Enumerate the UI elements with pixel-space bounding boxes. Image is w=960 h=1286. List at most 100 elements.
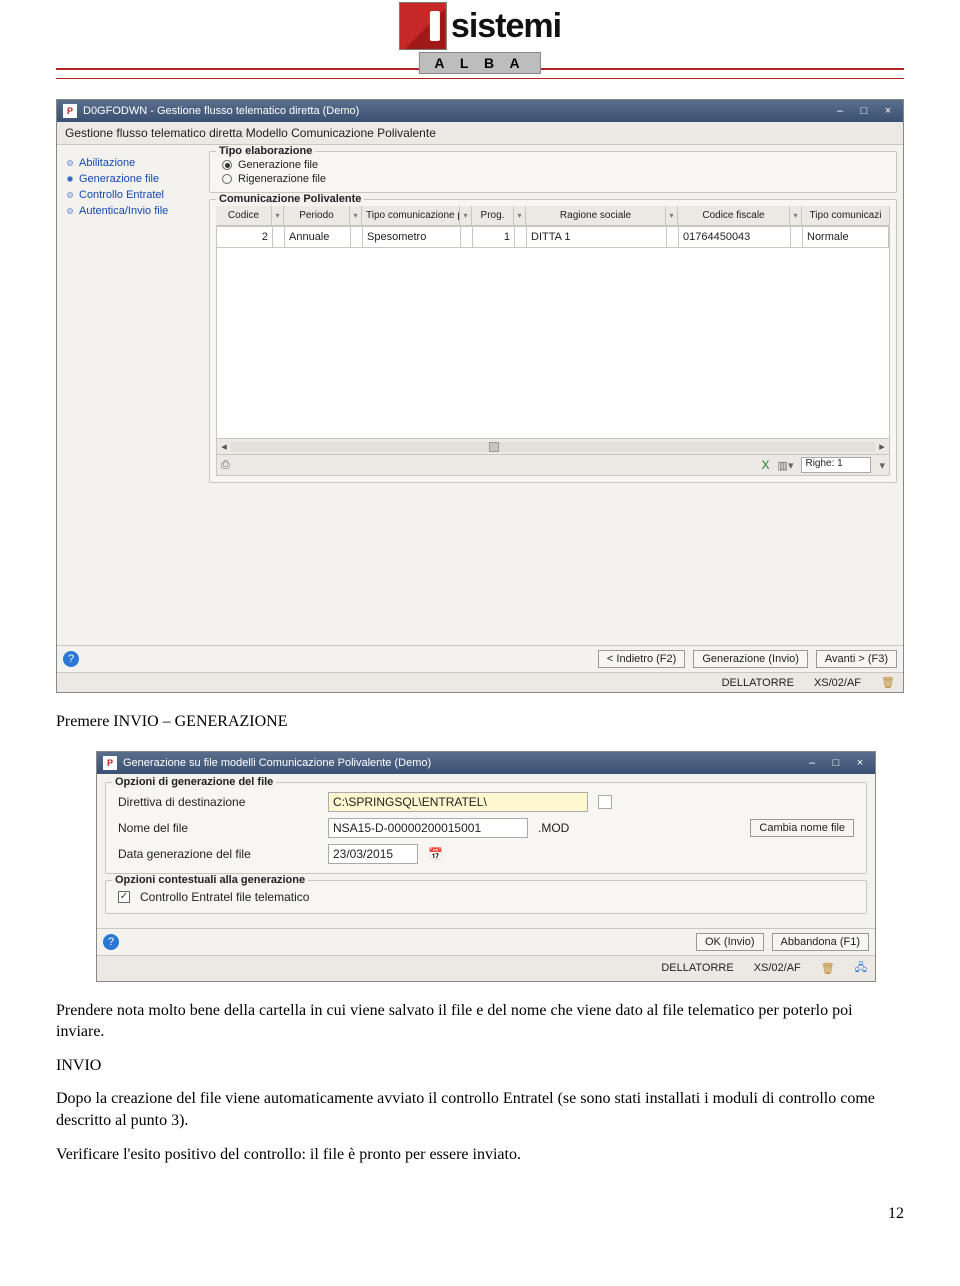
- label-nomefile: Nome del file: [118, 821, 318, 835]
- sort-icon[interactable]: ▾: [666, 206, 678, 225]
- label-direttiva: Direttiva di destinazione: [118, 795, 318, 809]
- excel-icon[interactable]: X: [762, 458, 770, 472]
- checkbox-controllo[interactable]: ✓: [118, 891, 130, 903]
- trash-icon[interactable]: 🗑: [881, 676, 895, 689]
- window-title: D0GFODWN - Gestione flusso telematico di…: [83, 105, 359, 117]
- dropdown-icon[interactable]: ▾: [879, 459, 885, 472]
- rename-button[interactable]: Cambia nome file: [750, 819, 854, 837]
- minimize-icon[interactable]: –: [803, 756, 821, 770]
- generate-button[interactable]: Generazione (Invio): [693, 650, 808, 668]
- nav-autentica[interactable]: Autentica/Invio file: [67, 203, 199, 219]
- minimize-icon[interactable]: –: [831, 104, 849, 118]
- col-tipo-com[interactable]: Tipo comunicazione periodica: [362, 206, 460, 225]
- nav-label: Abilitazione: [79, 157, 135, 169]
- window-gestione: P D0GFODWN - Gestione flusso telematico …: [56, 99, 904, 693]
- back-button[interactable]: < Indietro (F2): [598, 650, 685, 668]
- help-icon[interactable]: ?: [103, 934, 119, 950]
- close-icon[interactable]: ×: [851, 756, 869, 770]
- sort-icon[interactable]: ▾: [460, 206, 472, 225]
- col-codice[interactable]: Codice: [216, 206, 272, 225]
- browse-icon[interactable]: [598, 795, 612, 809]
- fieldset-legend: Comunicazione Polivalente: [216, 193, 364, 205]
- rows-count: Righe: 1: [801, 457, 871, 473]
- logo-sub: A L B A: [419, 52, 540, 74]
- status-code: XS/02/AF: [814, 677, 861, 689]
- window-subtitle: Gestione flusso telematico diretta Model…: [57, 122, 903, 145]
- doc-text: Prendere nota molto bene della cartella …: [56, 1000, 904, 1043]
- doc-text: Premere INVIO – GENERAZIONE: [56, 711, 904, 733]
- page-header: sistemi A L B A: [56, 0, 904, 70]
- radio-generazione[interactable]: Generazione file: [216, 158, 890, 172]
- col-tipo-com2[interactable]: Tipo comunicazi: [802, 206, 890, 225]
- logo-icon: [399, 2, 447, 50]
- col-cf[interactable]: Codice fiscale: [678, 206, 790, 225]
- sort-icon[interactable]: ▾: [790, 206, 802, 225]
- grid-body[interactable]: 2 Annuale Spesometro 1 DITTA 1 017644500…: [216, 226, 890, 439]
- status-bar: DELLATORRE XS/02/AF 🗑 🖧: [97, 955, 875, 981]
- sort-icon[interactable]: ▾: [514, 206, 526, 225]
- window-footer: ? < Indietro (F2) Generazione (Invio) Av…: [57, 645, 903, 672]
- cell: Annuale: [285, 227, 351, 247]
- checkbox-label: Controllo Entratel file telematico: [140, 890, 309, 904]
- table-row[interactable]: 2 Annuale Spesometro 1 DITTA 1 017644500…: [217, 227, 889, 248]
- fieldset-tipo-elaborazione: Tipo elaborazione Generazione file Rigen…: [209, 151, 897, 193]
- close-icon[interactable]: ×: [879, 104, 897, 118]
- doc-text: Verificare l'esito positivo del controll…: [56, 1144, 904, 1166]
- cancel-button[interactable]: Abbandona (F1): [772, 933, 870, 951]
- header-rule: [56, 78, 904, 79]
- next-button[interactable]: Avanti > (F3): [816, 650, 897, 668]
- fieldset-comunicazione-polivalente: Comunicazione Polivalente Codice▾ Period…: [209, 199, 897, 483]
- col-prog[interactable]: Prog.: [472, 206, 514, 225]
- fieldset-opzioni-contestuali: Opzioni contestuali alla generazione ✓ C…: [105, 880, 867, 914]
- cell: DITTA 1: [527, 227, 667, 247]
- fieldset-legend: Tipo elaborazione: [216, 145, 315, 157]
- app-icon: P: [103, 756, 117, 770]
- input-direttiva[interactable]: C:\SPRINGSQL\ENTRATEL\: [328, 792, 588, 812]
- label-data: Data generazione del file: [118, 847, 318, 861]
- nav-label: Controllo Entratel: [79, 189, 164, 201]
- doc-text: INVIO: [56, 1055, 904, 1077]
- nav-abilitazione[interactable]: Abilitazione: [67, 155, 199, 171]
- ok-button[interactable]: OK (Invio): [696, 933, 764, 951]
- columns-icon[interactable]: ▥▾: [778, 459, 794, 472]
- nav-label: Generazione file: [79, 173, 159, 185]
- calendar-icon[interactable]: 📅: [428, 847, 443, 861]
- maximize-icon[interactable]: □: [827, 756, 845, 770]
- scroll-left-icon[interactable]: ◂: [217, 440, 231, 453]
- window-titlebar[interactable]: P D0GFODWN - Gestione flusso telematico …: [57, 100, 903, 122]
- cell: Spesometro: [363, 227, 461, 247]
- sort-icon[interactable]: ▾: [272, 206, 284, 225]
- fieldset-opzioni-generazione: Opzioni di generazione del file Direttiv…: [105, 782, 867, 874]
- blank-area: [57, 495, 903, 645]
- col-ragione[interactable]: Ragione sociale: [526, 206, 666, 225]
- trash-icon[interactable]: 🗑: [821, 962, 835, 975]
- cell: 2: [217, 227, 273, 247]
- nav-controllo[interactable]: Controllo Entratel: [67, 187, 199, 203]
- radio-label: Generazione file: [238, 159, 318, 171]
- status-code: XS/02/AF: [754, 962, 801, 974]
- status-user: DELLATORRE: [722, 677, 794, 689]
- help-icon[interactable]: ?: [63, 651, 79, 667]
- scroll-right-icon[interactable]: ▸: [875, 440, 889, 453]
- sort-icon[interactable]: ▾: [350, 206, 362, 225]
- doc-text: Dopo la creazione del file viene automat…: [56, 1088, 904, 1131]
- col-periodo[interactable]: Periodo: [284, 206, 350, 225]
- wizard-nav: Abilitazione Generazione file Controllo …: [63, 151, 203, 489]
- status-user: DELLATORRE: [661, 962, 733, 974]
- cell: Normale: [803, 227, 889, 247]
- print-icon[interactable]: ⎙: [221, 459, 230, 472]
- input-nomefile[interactable]: NSA15-D-00000200015001: [328, 818, 528, 838]
- input-data[interactable]: 23/03/2015: [328, 844, 418, 864]
- nav-label: Autentica/Invio file: [79, 205, 168, 217]
- h-scrollbar[interactable]: ◂ ▸: [216, 439, 890, 455]
- maximize-icon[interactable]: □: [855, 104, 873, 118]
- window-titlebar[interactable]: P Generazione su file modelli Comunicazi…: [97, 752, 875, 774]
- nav-generazione[interactable]: Generazione file: [67, 171, 199, 187]
- window-footer: ? OK (Invio) Abbandona (F1): [97, 928, 875, 955]
- network-icon: 🖧: [855, 959, 867, 978]
- fieldset-legend: Opzioni di generazione del file: [112, 776, 276, 788]
- radio-rigenerazione[interactable]: Rigenerazione file: [216, 172, 890, 186]
- scroll-thumb[interactable]: [489, 442, 499, 452]
- ext-label: .MOD: [538, 821, 598, 835]
- logo-text: sistemi: [451, 7, 561, 46]
